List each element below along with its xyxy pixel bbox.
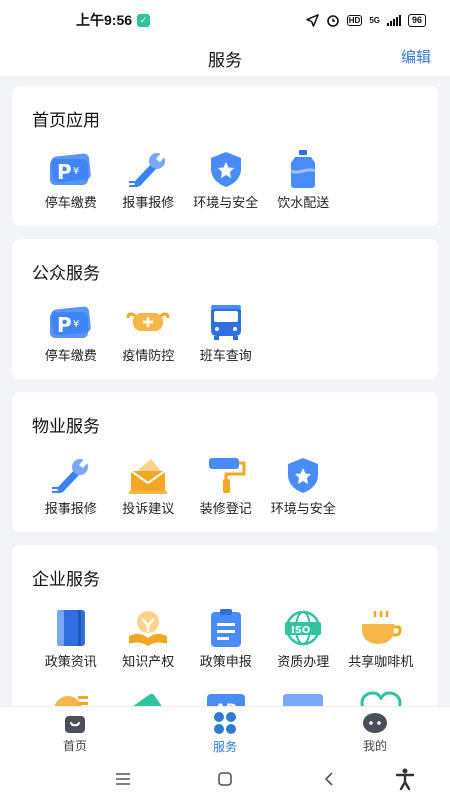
tab-services[interactable]: 服务 [150,707,300,758]
app-partial-5[interactable] [342,688,420,706]
wrench-icon [125,149,171,189]
app-parking-payment[interactable]: P ¥ 停车缴费 [32,149,110,211]
check-icon: ✓ [137,13,151,27]
parking-icon: P ¥ [48,302,94,342]
heart-monitor-icon [358,688,404,706]
service-content[interactable]: 首页应用 P ¥ 停车缴费 报事报修 环境与安全 饮水配送 公众服务 P ¥ 停… [0,76,450,706]
app-label: 资质办理 [277,654,330,669]
app-partial-2[interactable] [110,688,188,706]
svg-text:P: P [57,160,72,184]
app-complaint-suggestion[interactable]: 投诉建议 [110,455,188,517]
book-icon [48,608,94,648]
status-time: 上午9:56 [76,12,133,28]
menu-icon[interactable] [111,768,135,790]
app-partial-3[interactable]: AD [187,688,265,706]
lightbulb-book-icon [125,608,171,648]
shield-star-icon [280,455,326,495]
home-square-icon[interactable] [213,768,237,790]
section-public-services: 公众服务 P ¥ 停车缴费 疫情防控 班车查询 [12,239,438,379]
app-label: 知识产权 [122,654,175,669]
app-report-repair[interactable]: 报事报修 [110,149,188,211]
app-intellectual-property[interactable]: 知识产权 [110,608,188,670]
app-label: 停车缴费 [44,195,97,210]
app-partial-4[interactable] [265,688,343,706]
hd-icon: HD [346,14,363,26]
water-jug-icon [280,149,326,189]
accessibility-icon[interactable] [393,768,417,790]
app-shuttle-bus[interactable]: 班车查询 [187,302,265,364]
network-type: 5G [369,15,380,25]
app-report-repair[interactable]: 报事报修 [32,455,110,517]
app-epidemic-control[interactable]: 疫情防控 [110,302,188,364]
app-label: 投诉建议 [122,501,175,516]
app-water-delivery[interactable]: 饮水配送 [265,149,343,211]
section-enterprise-services: 企业服务 政策资讯 知识产权 政策申报 ISO 资质办理 共享咖啡机 [12,545,438,706]
section-title: 首页应用 [32,111,100,130]
app-partial-1[interactable] [32,688,110,706]
grid-icon [214,711,236,734]
home-icon [65,715,85,733]
svg-text:ISO: ISO [291,625,310,636]
app-policy-application[interactable]: 政策申报 [187,608,265,670]
app-label: 报事报修 [122,195,175,210]
ticket-icon [125,688,171,706]
tab-label: 我的 [362,738,387,753]
wrench-icon [48,455,94,495]
signal-icon [386,14,401,26]
panel-icon [280,688,326,706]
mask-icon [125,302,171,342]
page-title: 服务 [208,50,242,70]
status-bar: 上午9:56 ✓ HD 5G 96 [0,0,450,40]
system-nav-bar [0,758,450,800]
app-label: 装修登记 [199,501,252,516]
app-label: 政策申报 [199,654,252,669]
app-label: 报事报修 [44,501,97,516]
location-arrow-icon [305,13,319,27]
app-environment-safety[interactable]: 环境与安全 [265,455,343,517]
tab-mine[interactable]: 我的 [300,707,450,758]
tab-label: 服务 [212,739,237,754]
clipboard-icon [203,608,249,648]
alarm-icon [326,15,339,27]
app-environment-safety[interactable]: 环境与安全 [187,149,265,211]
coin-icon [48,688,94,706]
iso-globe-icon: ISO [280,608,326,648]
app-qualification-processing[interactable]: ISO 资质办理 [265,608,343,670]
app-parking-payment[interactable]: P ¥ 停车缴费 [32,302,110,364]
section-home-apps: 首页应用 P ¥ 停车缴费 报事报修 环境与安全 饮水配送 [12,86,438,226]
app-label: 环境与安全 [193,195,259,210]
tab-label: 首页 [62,738,87,753]
tab-home[interactable]: 首页 [0,707,150,758]
page-header: 服务 编辑 [0,40,450,76]
edit-button[interactable]: 编辑 [401,46,431,67]
bottom-tab-bar: 首页 服务 我的 [0,706,450,758]
bus-icon [203,302,249,342]
back-icon[interactable] [317,768,341,790]
app-label: 班车查询 [199,348,252,363]
section-property-services: 物业服务 报事报修 投诉建议 装修登记 环境与安全 [12,392,438,532]
app-policy-news[interactable]: 政策资讯 [32,608,110,670]
ad-icon: AD [203,688,249,706]
section-title: 公众服务 [32,264,100,283]
chat-face-icon [363,712,387,733]
section-title: 物业服务 [32,417,100,436]
app-label: 环境与安全 [270,501,336,516]
svg-text:¥: ¥ [73,166,79,177]
app-label: 停车缴费 [44,348,97,363]
battery-icon: 96 [407,13,426,27]
paint-roller-icon [203,455,249,495]
app-renovation-registration[interactable]: 装修登记 [187,455,265,517]
app-label: 共享咖啡机 [348,654,414,669]
parking-icon: P ¥ [48,149,94,189]
coffee-cup-icon [358,608,404,648]
app-label: 政策资讯 [44,654,97,669]
app-label: 饮水配送 [277,195,330,210]
envelope-icon [125,455,171,495]
svg-text:P: P [57,313,72,337]
app-label: 疫情防控 [122,348,175,363]
shield-star-icon [203,149,249,189]
svg-text:¥: ¥ [73,319,79,330]
section-title: 企业服务 [32,570,100,589]
app-shared-coffee-machine[interactable]: 共享咖啡机 [342,608,420,670]
